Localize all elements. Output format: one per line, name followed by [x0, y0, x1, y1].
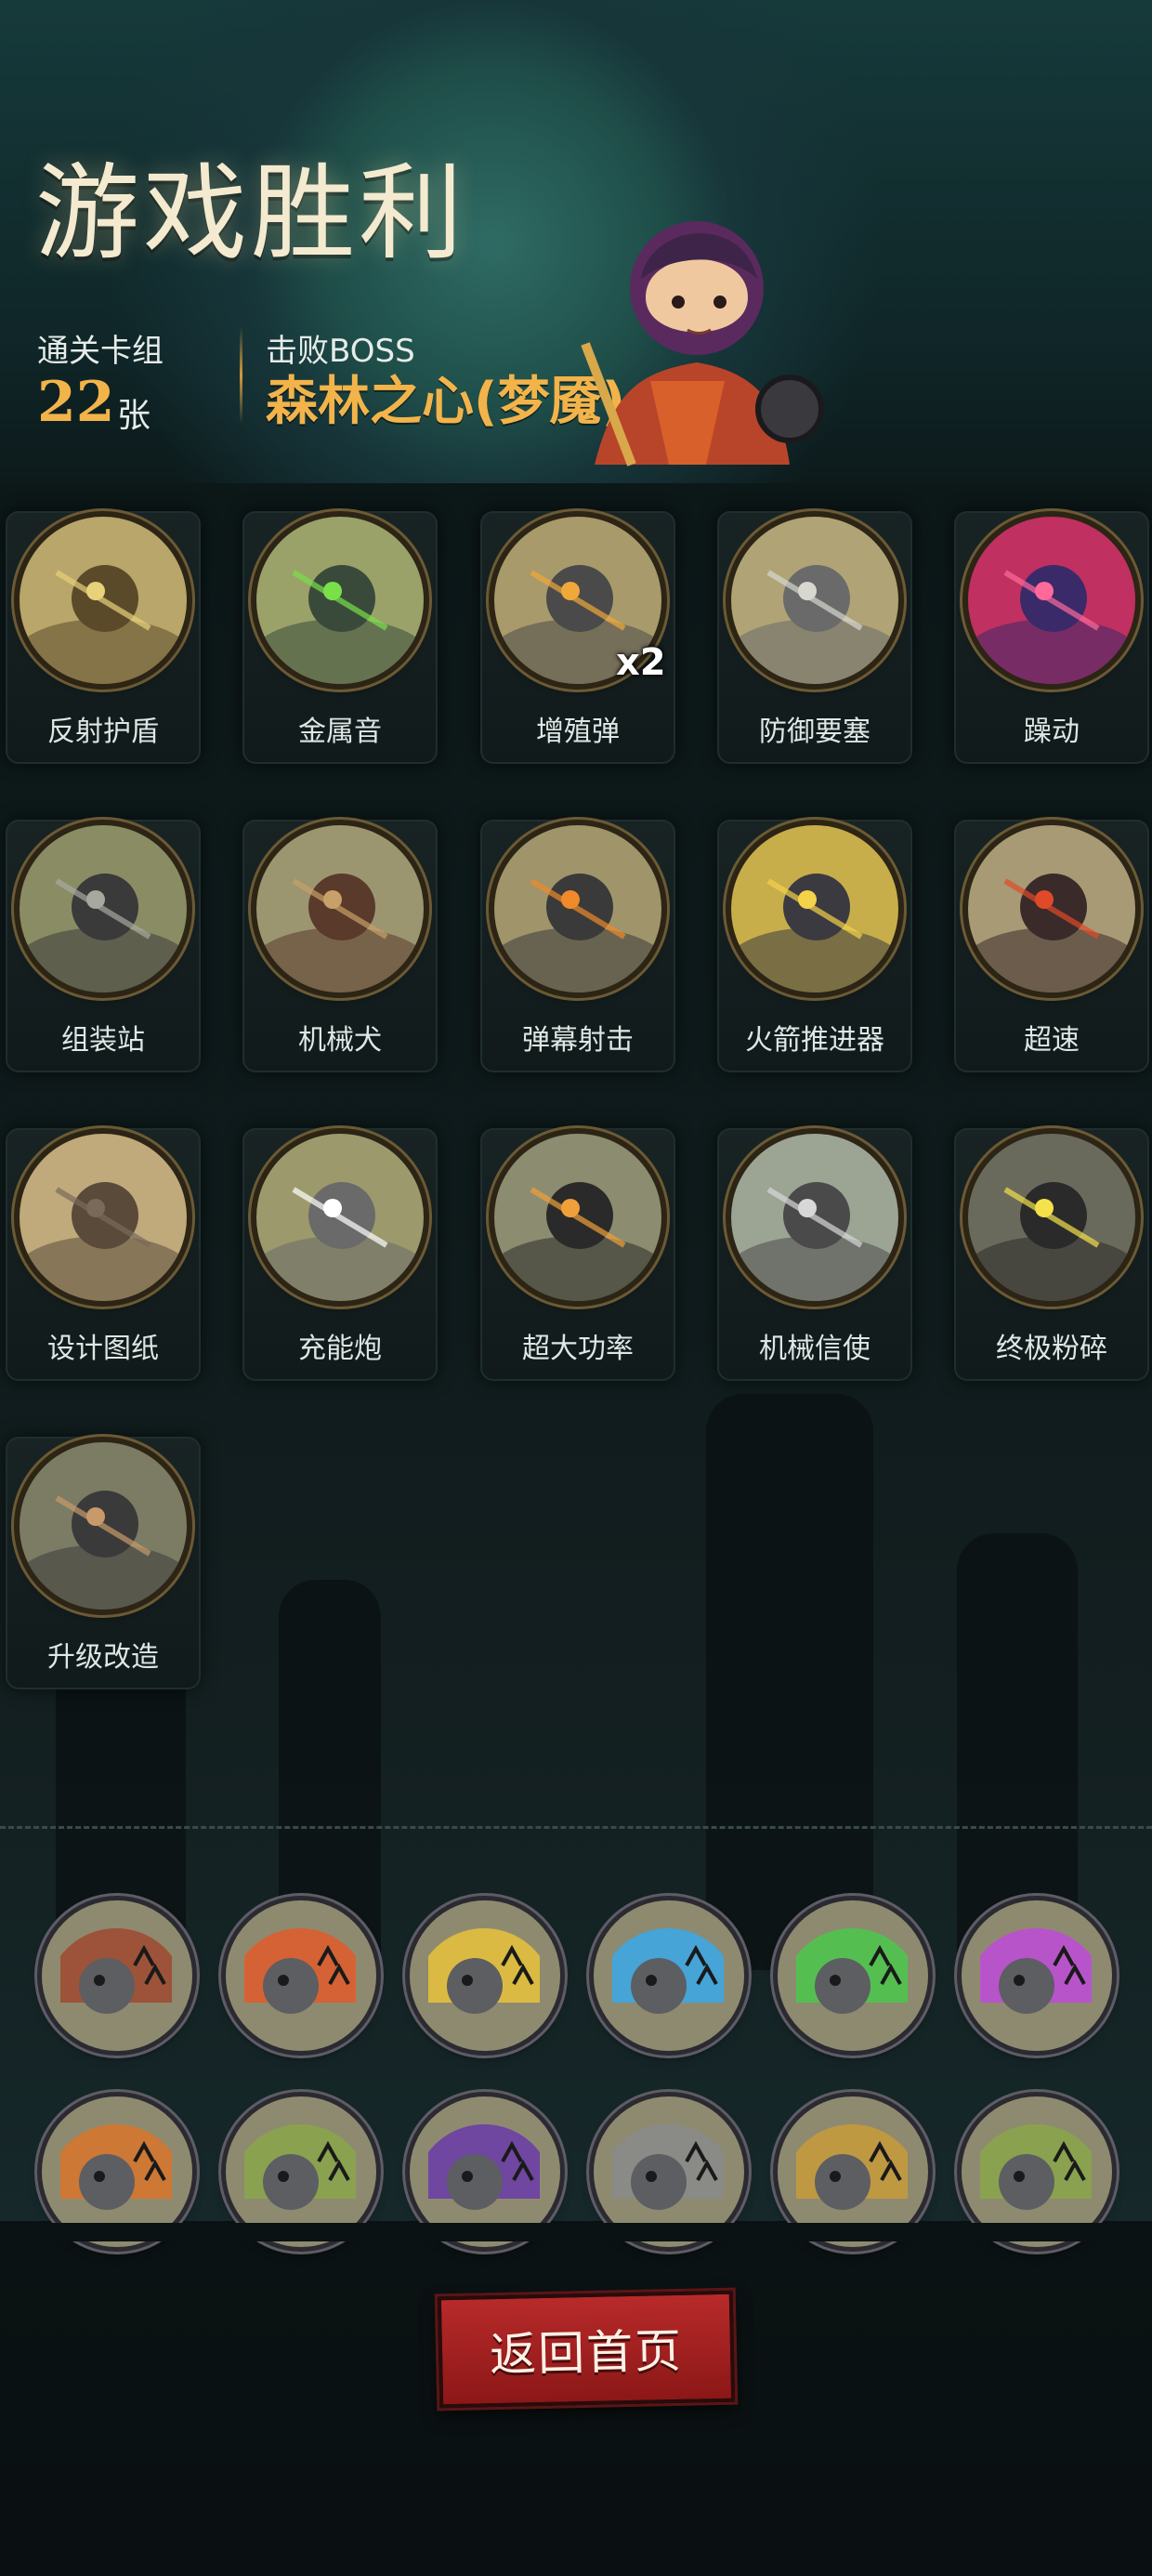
card-15[interactable]: 终极粉碎	[954, 1128, 1149, 1381]
card-name: 弹幕射击	[522, 1024, 634, 1057]
card-name: 超速	[1024, 1024, 1080, 1057]
deck-unit: 张	[117, 397, 151, 435]
return-home-label: 返回首页	[489, 2323, 684, 2383]
hero-portrait	[581, 221, 824, 467]
card-16[interactable]: 升级改造	[6, 1437, 201, 1689]
card-name: 超大功率	[522, 1333, 634, 1365]
music-ghost-blue-icon[interactable]	[594, 1900, 744, 2051]
card-name: 终极粉碎	[996, 1333, 1107, 1365]
card-name: 组装站	[61, 1024, 145, 1057]
shield-reflect-icon	[20, 517, 187, 684]
relic-scroll-edge	[0, 2223, 1152, 2241]
card-multiplier-badge: x2	[616, 641, 666, 684]
victory-title: 游戏胜利	[35, 153, 466, 274]
ultimate-crush-icon	[968, 1134, 1135, 1301]
mech-dog-icon	[256, 825, 424, 992]
card-4[interactable]: 防御要塞	[717, 511, 912, 764]
card-5[interactable]: 躁动	[954, 511, 1149, 764]
deck-label: 通关卡组	[37, 333, 164, 370]
card-6[interactable]: 组装站	[6, 820, 201, 1072]
skull-card-icon[interactable]	[42, 1900, 192, 2051]
card-name: 火箭推进器	[745, 1024, 884, 1057]
card-name: 充能炮	[298, 1333, 382, 1365]
card-8[interactable]: 弹幕射击	[480, 820, 675, 1072]
stat-divider	[240, 327, 242, 424]
card-14[interactable]: 机械信使	[717, 1128, 912, 1381]
assembly-station-icon	[20, 825, 187, 992]
card-3[interactable]: 增殖弹 x2	[480, 511, 675, 764]
charge-cannon-icon	[256, 1134, 424, 1301]
card-13[interactable]: 超大功率	[480, 1128, 675, 1381]
card-11[interactable]: 设计图纸	[6, 1128, 201, 1381]
music-ghost-red-icon[interactable]	[226, 1900, 376, 2051]
card-name: 增殖弹	[536, 716, 620, 748]
card-name: 机械信使	[759, 1333, 871, 1365]
card-name: 升级改造	[47, 1641, 159, 1674]
music-ghost-yellow-icon[interactable]	[410, 1900, 560, 2051]
card-name: 躁动	[1024, 716, 1080, 748]
music-ghost-purple-icon[interactable]	[962, 1900, 1112, 2051]
music-ghost-green-icon[interactable]	[778, 1900, 928, 2051]
card-7[interactable]: 机械犬	[242, 820, 438, 1072]
card-name: 金属音	[298, 716, 382, 748]
card-1[interactable]: 反射护盾	[6, 511, 201, 764]
barrage-icon	[494, 825, 661, 992]
tree-silhouette	[706, 1394, 873, 1970]
card-name: 反射护盾	[47, 716, 159, 748]
rocket-booster-icon	[731, 825, 898, 992]
blueprint-icon	[20, 1134, 187, 1301]
frenzy-icon	[968, 517, 1135, 684]
card-10[interactable]: 超速	[954, 820, 1149, 1072]
overpower-icon	[494, 1134, 661, 1301]
metal-horn-icon	[256, 517, 424, 684]
card-12[interactable]: 充能炮	[242, 1128, 438, 1381]
card-name: 防御要塞	[759, 716, 871, 748]
upgrade-icon	[20, 1442, 187, 1610]
card-2[interactable]: 金属音	[242, 511, 438, 764]
mech-messenger-icon	[731, 1134, 898, 1301]
overspeed-icon	[968, 825, 1135, 992]
section-divider	[0, 1826, 1152, 1829]
boss-label: 击败BOSS	[266, 333, 415, 370]
fortress-icon	[731, 517, 898, 684]
deck-count: 22	[37, 370, 115, 435]
card-9[interactable]: 火箭推进器	[717, 820, 912, 1072]
card-name: 设计图纸	[47, 1333, 159, 1365]
card-name: 机械犬	[298, 1024, 382, 1057]
return-home-button[interactable]: 返回首页	[437, 2290, 736, 2409]
